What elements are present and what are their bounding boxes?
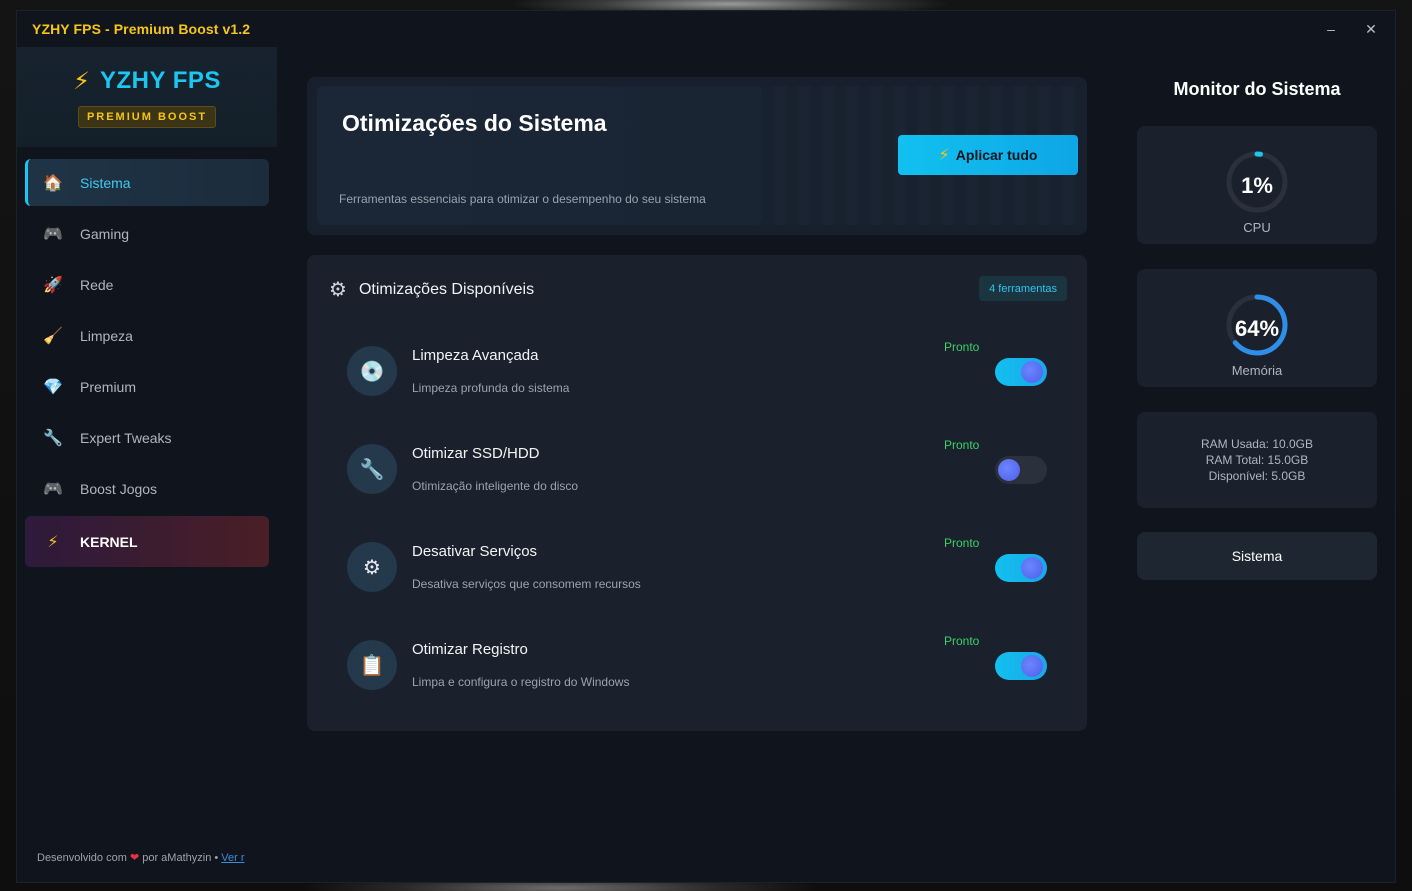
sidebar-item-label: Sistema xyxy=(80,174,131,191)
option-title: Otimizar SSD/HDD xyxy=(412,445,540,462)
apply-all-label: Aplicar tudo xyxy=(955,147,1038,163)
sidebar-item-label: Boost Jogos xyxy=(80,480,158,497)
panel-header: ⚙ Otimizações Disponíveis xyxy=(329,277,534,302)
sidebar-item-label: Gaming xyxy=(80,225,130,242)
optimizations-panel: ⚙ Otimizações Disponíveis 4 ferramentas … xyxy=(307,255,1087,731)
wrench-icon: 🔧 xyxy=(347,444,397,494)
apply-all-button[interactable]: ⚡ Aplicar tudo xyxy=(898,135,1078,175)
ram-info: RAM Usada: 10.0GB RAM Total: 15.0GB Disp… xyxy=(1137,436,1377,484)
footer-credit: Desenvolvido com ❤ por aMathyzin • Ver r xyxy=(37,851,257,864)
sidebar-item-label: Limpeza xyxy=(80,327,133,344)
ram-available: Disponível: 5.0GB xyxy=(1208,469,1306,483)
footer-link[interactable]: Ver r xyxy=(221,852,244,864)
list-item-limpeza-avancada: 💿 Limpeza Avançada Limpeza profunda do s… xyxy=(347,340,1047,406)
toggle-otimizar-registro[interactable] xyxy=(995,652,1047,680)
premium-badge: PREMIUM BOOST xyxy=(77,105,217,128)
sidebar-item-boost-jogos[interactable]: 🎮 Boost Jogos xyxy=(25,465,269,512)
heart-icon: ❤ xyxy=(129,852,140,864)
sidebar-item-rede[interactable]: 🚀 Rede xyxy=(25,261,269,308)
status-badge: Pronto xyxy=(944,634,980,648)
app-window: YZHY FPS - Premium Boost v1.2 – ✕ ⚡ YZHY… xyxy=(16,10,1396,883)
footer-prefix: Desenvolvido com xyxy=(37,852,127,864)
memory-label: Memória xyxy=(1231,363,1283,378)
close-button[interactable]: ✕ xyxy=(1361,19,1381,39)
option-description: Limpa e configura o registro do Windows xyxy=(412,675,630,689)
option-title: Otimizar Registro xyxy=(412,641,528,658)
sidebar-item-expert-tweaks[interactable]: 🔧 Expert Tweaks xyxy=(25,414,269,461)
disc-icon: 💿 xyxy=(347,346,397,396)
gamepad-icon: 🎮 xyxy=(43,225,63,243)
status-badge: Pronto xyxy=(944,340,980,354)
toggle-knob xyxy=(1021,361,1043,383)
option-title: Desativar Serviços xyxy=(412,543,538,560)
bolt-icon: ⚡ xyxy=(47,533,59,551)
status-badge: Pronto xyxy=(944,536,980,550)
broom-icon: 🧹 xyxy=(43,327,63,345)
gear-icon: ⚙ xyxy=(347,542,397,592)
list-item-desativar-servicos: ⚙ Desativar Serviços Desativa serviços q… xyxy=(347,536,1047,602)
bolt-icon: ⚡ xyxy=(73,67,90,95)
window-controls: – ✕ xyxy=(1321,19,1381,39)
gear-icon: ⚙ xyxy=(329,279,347,301)
monitor-title: Monitor do Sistema xyxy=(1173,79,1341,99)
sidebar: ⚡ YZHY FPS PREMIUM BOOST 🏠 Sistema 🎮 Gam… xyxy=(17,47,277,884)
page-subtitle: Ferramentas essenciais para otimizar o d… xyxy=(339,192,706,206)
page-title: Otimizações do Sistema xyxy=(342,110,607,136)
system-button[interactable]: Sistema xyxy=(1137,532,1377,580)
memory-value: 64% xyxy=(1234,316,1280,341)
title-bar[interactable]: YZHY FPS - Premium Boost v1.2 – ✕ xyxy=(17,11,1395,47)
toggle-limpeza-avancada[interactable] xyxy=(995,358,1047,386)
bolt-icon: ⚡ xyxy=(938,147,950,164)
tools-count-badge: 4 ferramentas xyxy=(979,276,1067,301)
window-title: YZHY FPS - Premium Boost v1.2 xyxy=(32,21,251,37)
list-item-otimizar-registro: 📋 Otimizar Registro Limpa e configura o … xyxy=(347,634,1047,700)
sidebar-item-label: Premium xyxy=(80,378,137,395)
footer-suffix: por aMathyzin • xyxy=(142,852,219,864)
sidebar-item-sistema[interactable]: 🏠 Sistema xyxy=(25,159,269,206)
option-description: Desativa serviços que consomem recursos xyxy=(412,577,641,591)
rocket-icon: 🚀 xyxy=(43,276,63,294)
sidebar-nav: 🏠 Sistema 🎮 Gaming 🚀 Rede 🧹 Limpeza 💎 Pr… xyxy=(25,159,269,571)
wrench-icon: 🔧 xyxy=(43,429,63,447)
list-item-otimizar-ssd: 🔧 Otimizar SSD/HDD Otimização inteligent… xyxy=(347,438,1047,504)
gamepad-icon: 🎮 xyxy=(43,480,63,498)
toggle-desativar-servicos[interactable] xyxy=(995,554,1047,582)
sidebar-item-premium[interactable]: 💎 Premium xyxy=(25,363,269,410)
brand-logo: ⚡ YZHY FPS xyxy=(73,67,221,96)
sidebar-item-kernel[interactable]: ⚡ KERNEL xyxy=(25,516,269,567)
minimize-button[interactable]: – xyxy=(1321,19,1341,39)
cpu-value: 1% xyxy=(1241,173,1273,198)
house-icon: 🏠 xyxy=(43,174,63,192)
panel-title: Otimizações Disponíveis xyxy=(358,280,535,298)
option-description: Limpeza profunda do sistema xyxy=(412,381,570,395)
sidebar-item-label: Expert Tweaks xyxy=(80,429,172,446)
sidebar-item-gaming[interactable]: 🎮 Gaming xyxy=(25,210,269,257)
toggle-knob xyxy=(998,459,1020,481)
ram-info-card: RAM Usada: 10.0GB RAM Total: 15.0GB Disp… xyxy=(1137,412,1377,508)
brand-name: YZHY FPS xyxy=(99,67,221,94)
option-title: Limpeza Avançada xyxy=(412,347,539,364)
option-description: Otimização inteligente do disco xyxy=(412,479,579,493)
sidebar-item-label: KERNEL xyxy=(80,533,138,550)
diamond-icon: 💎 xyxy=(43,378,63,396)
sidebar-item-limpeza[interactable]: 🧹 Limpeza xyxy=(25,312,269,359)
ram-used: RAM Usada: 10.0GB xyxy=(1200,437,1314,451)
ram-total: RAM Total: 15.0GB xyxy=(1205,453,1309,467)
toggle-knob xyxy=(1021,557,1043,579)
clipboard-icon: 📋 xyxy=(347,640,397,690)
cpu-card: 1% CPU xyxy=(1137,126,1377,244)
hero-card: Otimizações do Sistema Ferramentas essen… xyxy=(307,77,1087,235)
cpu-label: CPU xyxy=(1243,220,1271,235)
sidebar-item-label: Rede xyxy=(80,276,114,293)
memory-card: 64% Memória xyxy=(1137,269,1377,387)
status-badge: Pronto xyxy=(944,438,980,452)
brand-header: ⚡ YZHY FPS PREMIUM BOOST xyxy=(17,47,277,147)
toggle-otimizar-ssd[interactable] xyxy=(995,456,1047,484)
toggle-knob xyxy=(1021,655,1043,677)
